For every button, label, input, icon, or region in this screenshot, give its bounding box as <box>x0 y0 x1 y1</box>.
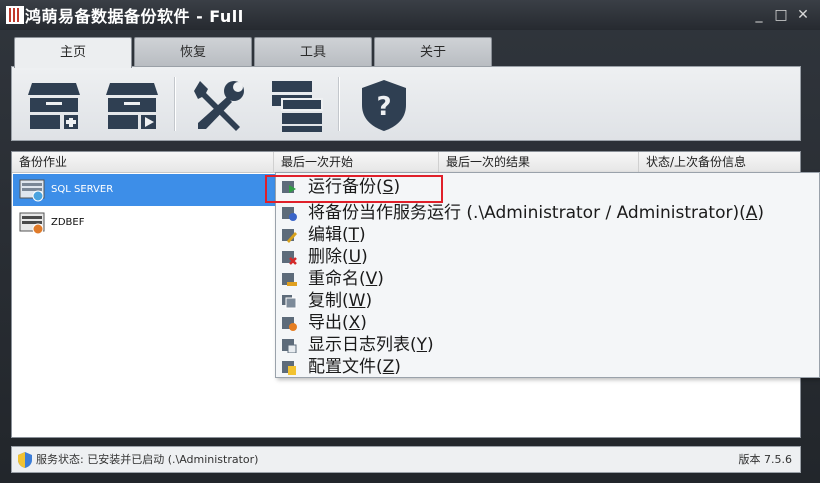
menu-item-label: 编辑(T) <box>308 225 366 245</box>
menu-item-label: 将备份当作服务运行 (.\Administrator / Administrat… <box>308 203 765 223</box>
tab-about[interactable]: 关于 <box>374 37 492 67</box>
menu-item-delete[interactable]: 删除(U) <box>277 246 818 268</box>
job-name: ZDBEF <box>51 217 85 228</box>
service-status-text: 服务状态: 已安装并已启动 (.\Administrator) <box>36 453 259 466</box>
menu-item-label: 配置文件(Z) <box>308 357 401 377</box>
app-logo-icon <box>6 6 24 24</box>
edit-icon <box>282 229 297 243</box>
column-last-result[interactable]: 最后一次的结果 <box>439 152 639 173</box>
rename-icon <box>282 273 297 286</box>
file-job-icon <box>19 212 45 235</box>
close-button[interactable]: ✕ <box>794 6 812 24</box>
app-window: 鸿萌易备数据备份软件 - Full _ □ ✕ 主页 恢复 工具 关于 ? 备份… <box>0 0 820 483</box>
log-icon <box>282 339 297 353</box>
ribbon-separator <box>174 77 176 131</box>
menu-item-copy[interactable]: 复制(W) <box>277 290 818 312</box>
menu-item-config-file[interactable]: 配置文件(Z) <box>277 356 818 378</box>
column-status-info[interactable]: 状态/上次备份信息 <box>639 152 800 173</box>
config-file-icon <box>282 361 296 375</box>
menu-item-label: 重命名(V) <box>308 269 384 289</box>
maximize-button[interactable]: □ <box>772 6 790 24</box>
menu-item-show-log[interactable]: 显示日志列表(Y) <box>277 334 818 356</box>
job-name: SQL SERVER <box>51 184 114 195</box>
tab-restore[interactable]: 恢复 <box>134 37 252 67</box>
menu-item-label: 运行备份(S) <box>308 177 401 197</box>
menu-item-rename[interactable]: 重命名(V) <box>277 268 818 290</box>
run-backup-icon[interactable] <box>104 77 160 133</box>
menu-item-run-backup[interactable]: 运行备份(S) <box>277 176 818 198</box>
shield-status-icon <box>18 452 32 468</box>
column-last-start[interactable]: 最后一次开始 <box>274 152 439 173</box>
list-header: 备份作业 最后一次开始 最后一次的结果 状态/上次备份信息 <box>12 152 800 173</box>
svg-text:?: ? <box>376 92 391 122</box>
log-list-icon[interactable] <box>268 77 324 133</box>
export-icon <box>282 317 297 331</box>
settings-tools-icon[interactable] <box>192 77 248 133</box>
version-text: 版本 7.5.6 <box>738 453 793 466</box>
tab-tools[interactable]: 工具 <box>254 37 372 67</box>
delete-icon <box>282 251 297 265</box>
menu-item-export[interactable]: 导出(X) <box>277 312 818 334</box>
new-job-icon[interactable] <box>26 77 82 133</box>
run-backup-icon <box>282 181 296 193</box>
title-bar[interactable]: 鸿萌易备数据备份软件 - Full _ □ ✕ <box>0 0 820 30</box>
window-title: 鸿萌易备数据备份软件 - Full <box>25 7 244 26</box>
menu-item-label: 显示日志列表(Y) <box>308 335 434 355</box>
copy-icon <box>282 295 297 309</box>
minimize-button[interactable]: _ <box>750 6 768 24</box>
menu-item-label: 复制(W) <box>308 291 373 311</box>
ribbon-toolbar: ? <box>11 66 801 141</box>
menu-item-edit[interactable]: 编辑(T) <box>277 224 818 246</box>
column-backup-job[interactable]: 备份作业 <box>12 152 274 173</box>
ribbon-separator <box>338 77 340 131</box>
tab-home[interactable]: 主页 <box>14 37 132 68</box>
sql-job-icon <box>19 179 45 202</box>
menu-item-label: 删除(U) <box>308 247 368 267</box>
status-bar: 服务状态: 已安装并已启动 (.\Administrator) 版本 7.5.6 <box>11 446 801 473</box>
service-icon <box>282 207 297 221</box>
context-menu: 运行备份(S) 将备份当作服务运行 (.\Administrator / Adm… <box>275 172 820 378</box>
menu-item-run-as-service[interactable]: 将备份当作服务运行 (.\Administrator / Administrat… <box>277 202 818 224</box>
help-shield-icon[interactable]: ? <box>356 77 412 133</box>
menu-item-label: 导出(X) <box>308 313 367 333</box>
